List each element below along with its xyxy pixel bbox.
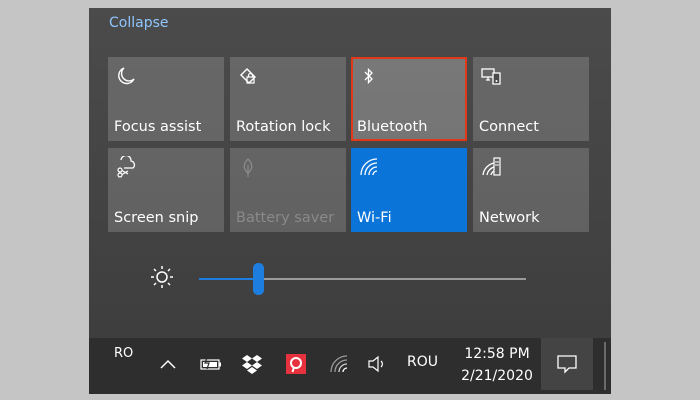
tile-label: Network <box>479 210 540 226</box>
tile-screen-snip[interactable]: Screen snip <box>108 148 224 232</box>
tile-wifi[interactable]: Wi-Fi <box>351 148 467 232</box>
pin-app-icon[interactable] <box>286 354 306 374</box>
clock-time: 12:58 PM <box>464 346 530 362</box>
tile-label: Screen snip <box>114 210 199 226</box>
input-language-short[interactable]: RO <box>114 346 133 361</box>
dropbox-icon[interactable] <box>240 352 264 376</box>
tile-battery-saver[interactable]: Battery saver <box>230 148 346 232</box>
brightness-slider[interactable] <box>199 263 526 295</box>
tile-label: Battery saver <box>236 210 335 226</box>
show-desktop-button[interactable] <box>604 342 606 390</box>
sun-icon <box>149 264 175 290</box>
tile-label: Bluetooth <box>357 119 428 135</box>
notification-button[interactable] <box>541 338 593 390</box>
connect-icon <box>480 65 502 87</box>
input-language[interactable]: ROU <box>407 354 438 370</box>
collapse-link[interactable]: Collapse <box>109 15 169 31</box>
moon-icon <box>115 65 137 87</box>
tile-connect[interactable]: Connect <box>473 57 589 141</box>
notification-icon <box>556 354 578 374</box>
tile-label: Focus assist <box>114 119 202 135</box>
tile-label: Wi-Fi <box>357 210 392 226</box>
brightness-slider-thumb[interactable] <box>253 263 264 295</box>
tile-bluetooth[interactable]: Bluetooth <box>351 57 467 141</box>
network-icon <box>480 156 502 178</box>
leaf-icon <box>237 156 259 178</box>
tile-focus-assist[interactable]: Focus assist <box>108 57 224 141</box>
bluetooth-icon <box>358 65 380 87</box>
brightness-slider-fill <box>199 278 258 280</box>
wifi-icon <box>358 156 380 178</box>
wifi-icon[interactable] <box>328 352 350 376</box>
tile-label: Connect <box>479 119 539 135</box>
tile-rotation-lock[interactable]: Rotation lock <box>230 57 346 141</box>
rotation-lock-icon <box>237 65 259 87</box>
screen-snip-icon <box>115 156 137 178</box>
volume-icon[interactable] <box>367 352 389 376</box>
taskbar: RO ROU 12:58 PM 2/21/2020 <box>89 338 611 394</box>
chevron-up-icon[interactable] <box>159 352 177 376</box>
tile-network[interactable]: Network <box>473 148 589 232</box>
battery-icon[interactable] <box>199 352 223 376</box>
action-center: Collapse Focus assist Rotation lock Blue… <box>89 8 611 338</box>
tile-label: Rotation lock <box>236 119 331 135</box>
clock-date: 2/21/2020 <box>461 368 533 384</box>
clock[interactable]: 12:58 PM 2/21/2020 <box>457 343 537 387</box>
